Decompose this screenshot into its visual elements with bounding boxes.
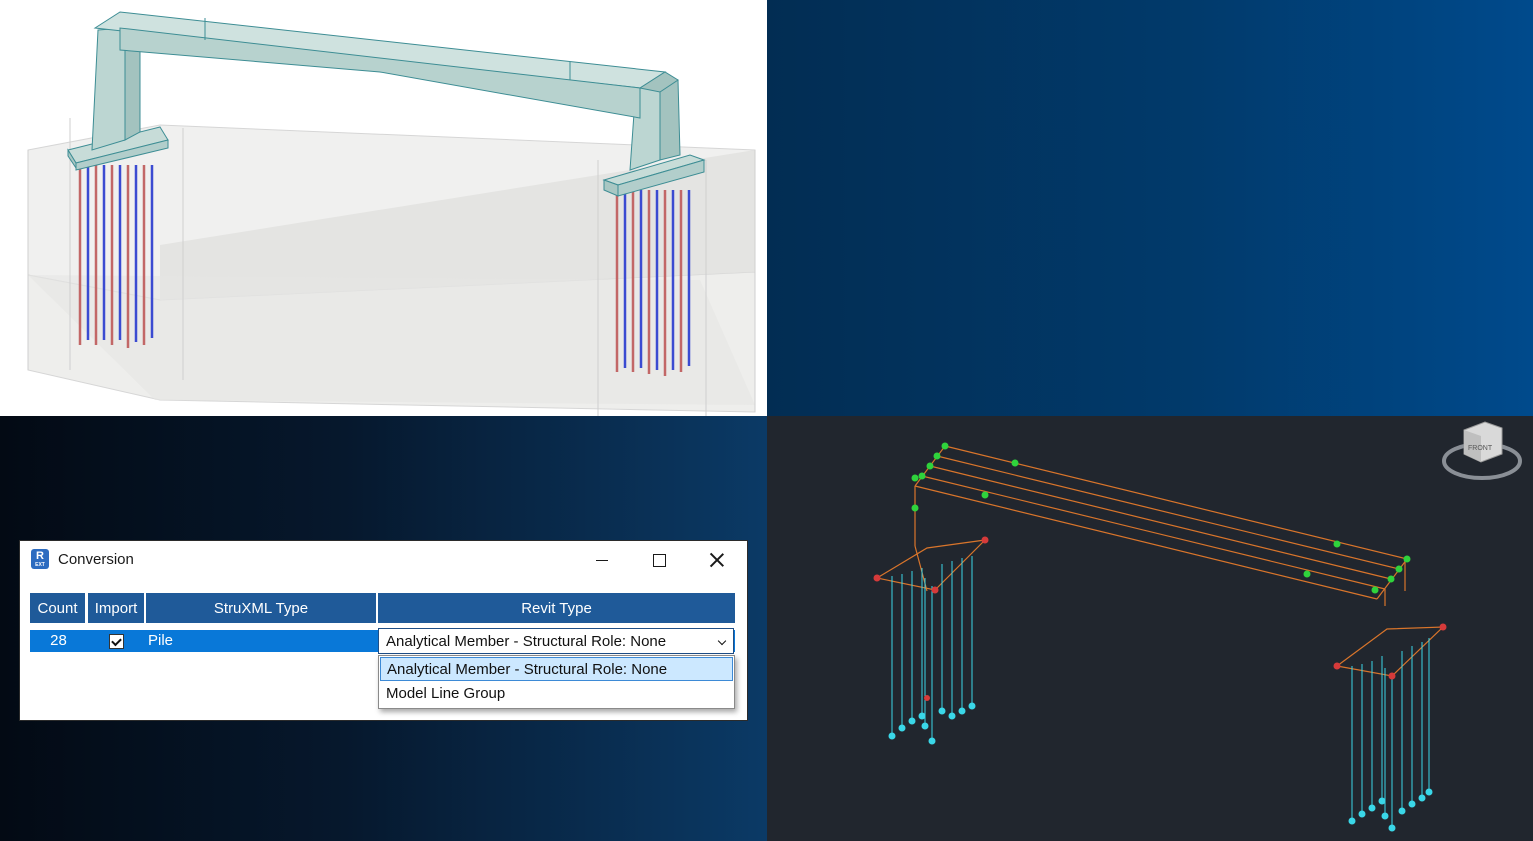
- minimize-icon: [596, 559, 608, 561]
- analytical-model-viewport[interactable]: FRONT: [767, 416, 1533, 841]
- model-3d-viewport[interactable]: [0, 0, 767, 416]
- chevron-down-icon[interactable]: [717, 636, 727, 646]
- close-icon: [710, 553, 724, 567]
- viewcube-icon[interactable]: FRONT: [1442, 421, 1522, 480]
- revit-type-combobox[interactable]: Analytical Member - Structural Role: Non…: [378, 628, 734, 654]
- conversion-dialog: R EXT Conversion Count Import StruXML Ty…: [20, 541, 747, 720]
- desktop-background: R EXT Conversion Count Import StruXML Ty…: [0, 416, 767, 841]
- cell-struxml-type: Pile: [148, 632, 174, 649]
- dialog-title: Conversion: [58, 551, 134, 568]
- viewcube-label: FRONT: [1468, 445, 1493, 452]
- maximize-button[interactable]: [636, 541, 682, 579]
- dropdown-option-model-line-group[interactable]: Model Line Group: [380, 682, 733, 706]
- blank-blue-panel: [767, 0, 1533, 416]
- close-button[interactable]: [694, 541, 740, 579]
- column-header-revit-type[interactable]: Revit Type: [378, 593, 735, 623]
- minimize-button[interactable]: [579, 541, 625, 579]
- cell-count: 28: [50, 632, 67, 649]
- app-icon-sub: EXT: [35, 562, 45, 568]
- revit-type-dropdown-list: Analytical Member - Structural Role: Non…: [378, 655, 735, 709]
- column-header-import[interactable]: Import: [88, 593, 144, 623]
- maximize-icon: [652, 553, 666, 567]
- combobox-selected-value: Analytical Member - Structural Role: Non…: [386, 633, 667, 650]
- column-header-count[interactable]: Count: [30, 593, 85, 623]
- app-icon-letter: R: [36, 550, 44, 562]
- column-header-struxml-type[interactable]: StruXML Type: [146, 593, 376, 623]
- checkmark-icon: [111, 635, 122, 646]
- revit-app-icon: R EXT: [31, 549, 49, 569]
- dialog-titlebar[interactable]: R EXT Conversion: [20, 541, 747, 579]
- dropdown-option-analytical-member[interactable]: Analytical Member - Structural Role: Non…: [380, 657, 733, 681]
- import-checkbox[interactable]: [109, 634, 124, 649]
